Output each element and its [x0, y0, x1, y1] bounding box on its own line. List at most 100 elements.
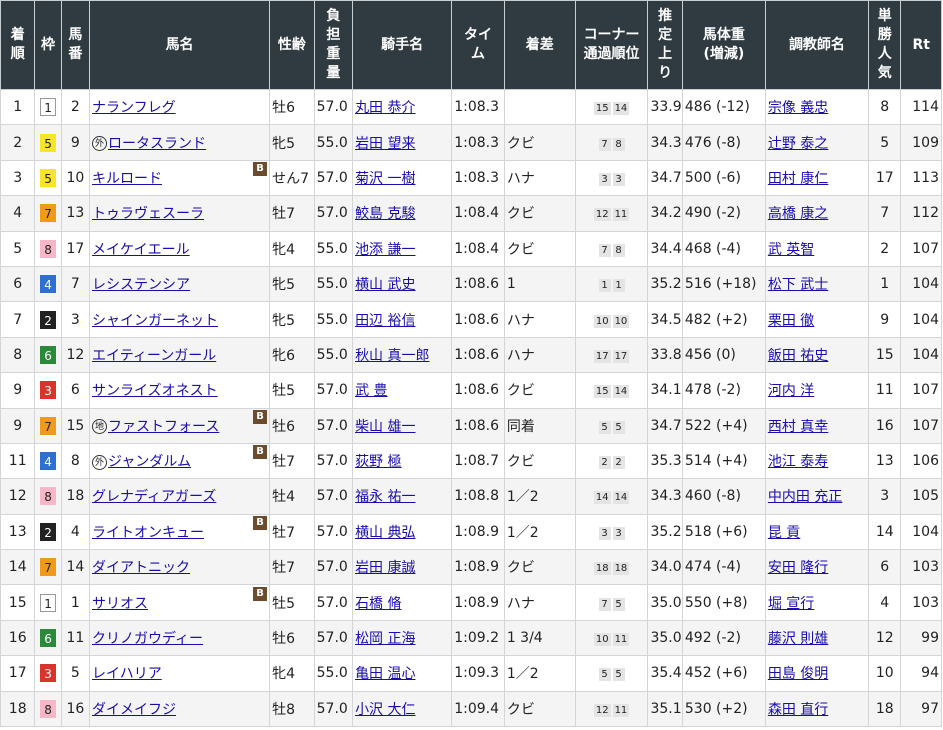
popularity-cell: 13 — [868, 442, 902, 480]
horse-name-link[interactable]: ダイメイフジ — [92, 702, 176, 718]
horse-name-link[interactable]: エイティーンガール — [92, 348, 216, 364]
jockey-link[interactable]: 秋山 真一郎 — [355, 348, 429, 364]
trainer-link[interactable]: 昆 貢 — [768, 525, 800, 541]
jockey-link[interactable]: 松岡 正海 — [355, 631, 415, 647]
horse-name-link[interactable]: メイケイエール — [92, 242, 190, 258]
header-sex-age[interactable]: 性齢 — [269, 0, 315, 90]
race-result-table: 着順 枠 馬番 馬名 性齢 負担重量 騎手名 タイム 着差 コーナー 通過順位 推… — [0, 0, 942, 728]
header-time[interactable]: タイム — [451, 0, 505, 90]
horse-name-link[interactable]: ファストフォース — [108, 419, 219, 435]
time-cell: 1:08.6 — [451, 301, 505, 338]
horse-name-link[interactable]: トゥラヴェスーラ — [92, 206, 204, 222]
corner-position: 11 — [612, 633, 630, 647]
sex-age-cell: 牝5 — [269, 124, 315, 161]
horse-name-link[interactable]: レイハリア — [92, 666, 162, 682]
header-horse[interactable]: 馬名 — [89, 0, 271, 90]
corner-position: 14 — [612, 102, 630, 116]
header-jockey[interactable]: 騎手名 — [352, 0, 453, 90]
time-cell: 1:08.4 — [451, 195, 505, 232]
sex-age-cell: せん7 — [269, 159, 315, 197]
trainer-link[interactable]: 堀 宣行 — [768, 596, 814, 612]
trainer-link[interactable]: 飯田 祐史 — [768, 348, 828, 364]
horse-name-link[interactable]: ダイアトニック — [92, 560, 190, 576]
jockey-link[interactable]: 岩田 望来 — [355, 136, 415, 152]
horse-name-link[interactable]: ジャンダルム — [108, 454, 191, 470]
last3f-cell: 33.8 — [647, 336, 683, 374]
body-weight-cell: 522 (+4) — [681, 407, 766, 444]
jockey-link[interactable]: 横山 武史 — [355, 277, 415, 293]
trainer-link[interactable]: 西村 真幸 — [768, 419, 828, 435]
corner-cell: 15 14 — [574, 372, 649, 409]
header-last3f[interactable]: 推定上り — [647, 0, 683, 90]
jockey-link[interactable]: 横山 典弘 — [355, 525, 415, 541]
trainer-link[interactable]: 池江 泰寿 — [768, 454, 828, 470]
trainer-cell: 松下 武士 — [764, 265, 870, 303]
trainer-link[interactable]: 武 英智 — [768, 242, 814, 258]
horse-name-link[interactable]: レシステンシア — [92, 277, 190, 293]
jockey-link[interactable]: 池添 謙一 — [355, 242, 415, 258]
finish-cell: 7 — [0, 301, 36, 338]
horse-name-link[interactable]: キルロード — [92, 171, 162, 187]
header-weight[interactable]: 負担重量 — [313, 0, 354, 90]
popularity-cell: 8 — [868, 88, 902, 126]
header-corner[interactable]: コーナー 通過順位 — [574, 0, 649, 90]
jockey-link[interactable]: 岩田 康誠 — [355, 560, 415, 576]
horse-name-link[interactable]: ライトオンキュー — [92, 525, 204, 541]
last3f-cell: 35.0 — [647, 619, 683, 657]
horse-name-link[interactable]: サリオス — [92, 596, 148, 612]
jockey-link[interactable]: 小沢 大仁 — [355, 702, 415, 718]
header-rating[interactable]: Rt — [900, 0, 942, 90]
horse-name-link[interactable]: ロータスランド — [108, 136, 206, 152]
header-finish[interactable]: 着順 — [0, 0, 36, 90]
horse-name-link[interactable]: グレナディアガーズ — [92, 489, 216, 505]
gate-badge: 8 — [40, 239, 57, 258]
jockey-link[interactable]: 菊沢 一樹 — [355, 171, 415, 187]
trainer-cell: 昆 貢 — [764, 513, 870, 551]
trainer-link[interactable]: 河内 洋 — [768, 383, 814, 399]
trainer-link[interactable]: 田村 康仁 — [768, 171, 828, 187]
corner-position: 3 — [598, 526, 611, 540]
trainer-link[interactable]: 辻野 泰之 — [768, 136, 828, 152]
trainer-link[interactable]: 栗田 徹 — [768, 313, 814, 329]
time-cell: 1:09.3 — [451, 655, 505, 692]
popularity-cell: 11 — [868, 372, 902, 409]
trainer-link[interactable]: 田島 俊明 — [768, 666, 828, 682]
time-cell: 1:08.9 — [451, 513, 505, 551]
trainer-link[interactable]: 松下 武士 — [768, 277, 828, 293]
header-number[interactable]: 馬番 — [60, 0, 91, 90]
horse-name-link[interactable]: クリノガウディー — [92, 631, 203, 647]
popularity-cell: 16 — [868, 407, 902, 444]
jockey-link[interactable]: 武 豊 — [355, 383, 387, 399]
jockey-cell: 菊沢 一樹 — [352, 159, 453, 197]
jockey-link[interactable]: 荻野 極 — [355, 454, 401, 470]
jockey-link[interactable]: 田辺 裕信 — [355, 313, 415, 329]
trainer-link[interactable]: 宗像 義忠 — [768, 100, 828, 116]
jockey-link[interactable]: 福永 祐一 — [355, 489, 415, 505]
jockey-link[interactable]: 丸田 恭介 — [355, 100, 415, 116]
blinker-icon: B — [253, 586, 268, 601]
horse-name-link[interactable]: シャインガーネット — [92, 313, 218, 329]
trainer-link[interactable]: 中内田 充正 — [768, 489, 842, 505]
header-gate[interactable]: 枠 — [34, 0, 62, 90]
trainer-link[interactable]: 藤沢 則雄 — [768, 631, 828, 647]
corner-cell: 10 10 — [574, 301, 649, 338]
jockey-link[interactable]: 柴山 雄一 — [355, 419, 415, 435]
header-body-weight[interactable]: 馬体重 (増減) — [681, 0, 766, 90]
last3f-cell: 34.3 — [647, 124, 683, 161]
weight-cell: 55.0 — [313, 301, 354, 338]
jockey-link[interactable]: 石橋 脩 — [355, 596, 401, 612]
jockey-link[interactable]: 亀田 温心 — [355, 666, 415, 682]
horse-name-link[interactable]: ナランフレグ — [92, 100, 176, 116]
trainer-link[interactable]: 安田 隆行 — [768, 560, 828, 576]
margin-cell: 1／2 — [503, 478, 576, 515]
header-margin[interactable]: 着差 — [503, 0, 576, 90]
jockey-link[interactable]: 鮫島 克駿 — [355, 206, 415, 222]
horse-number-cell: 15 — [60, 407, 91, 444]
corner-cell: 78 — [574, 124, 649, 161]
header-popularity[interactable]: 単勝人気 — [868, 0, 902, 90]
header-trainer[interactable]: 調教師名 — [764, 0, 870, 90]
trainer-link[interactable]: 森田 直行 — [768, 702, 828, 718]
weight-cell: 57.0 — [313, 195, 354, 232]
horse-name-link[interactable]: サンライズオネスト — [92, 383, 218, 399]
trainer-link[interactable]: 高橋 康之 — [768, 206, 828, 222]
